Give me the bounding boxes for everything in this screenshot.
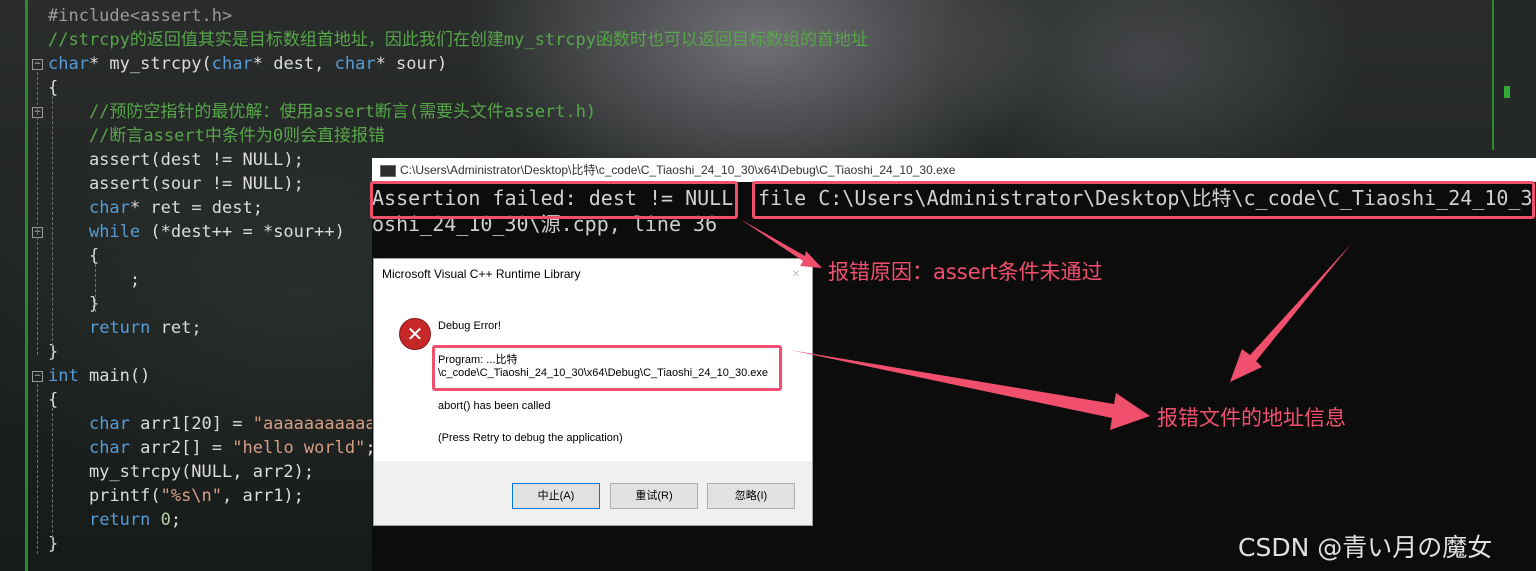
- annotation-address: 报错文件的地址信息: [1157, 406, 1346, 430]
- arrow-to-reason: [740, 219, 822, 268]
- watermark: CSDN @青い月の魔女: [1238, 533, 1493, 562]
- arrow-to-address-b: [1230, 243, 1352, 382]
- arrow-to-address-a: [790, 350, 1150, 430]
- annotation-reason: 报错原因：assert条件未通过: [828, 260, 1103, 284]
- annotation-arrows: [740, 219, 1352, 430]
